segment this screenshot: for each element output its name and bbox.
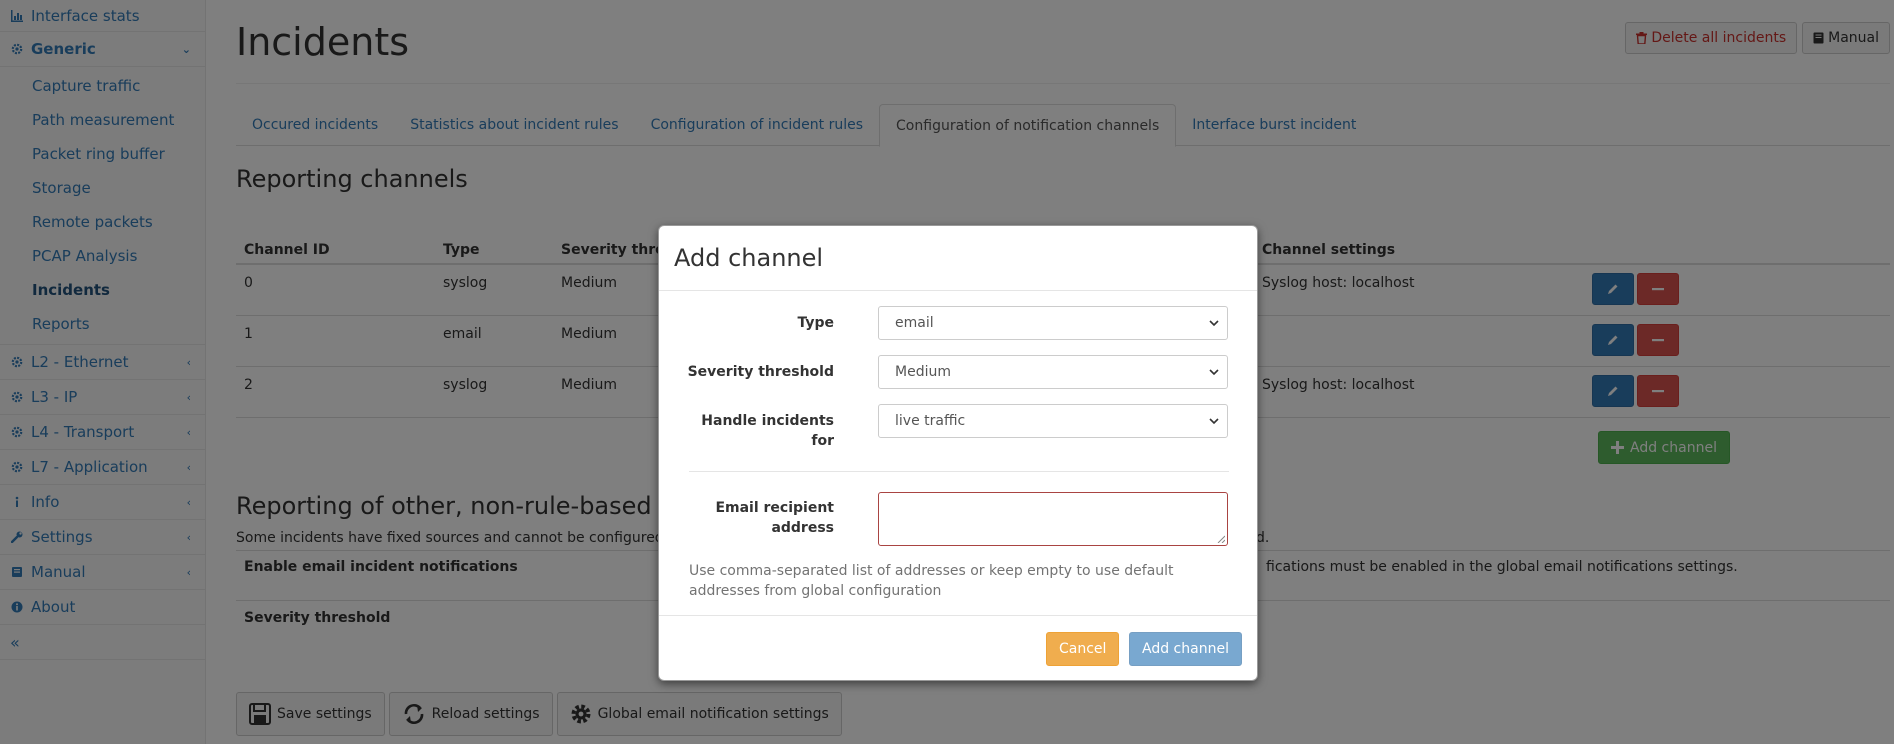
chevron-down-icon — [1209, 320, 1219, 327]
handle-incidents-select-value: live traffic — [895, 413, 966, 429]
add-channel-dialog: Add channel Type email Severity threshol… — [658, 225, 1258, 681]
email-recipient-label: Email recipient address — [659, 498, 834, 538]
modal-footer: Cancel Add channel — [659, 615, 1257, 681]
chevron-down-icon — [1209, 369, 1219, 376]
handle-incidents-select[interactable]: live traffic — [878, 404, 1228, 438]
chevron-down-icon — [1209, 418, 1219, 425]
confirm-add-channel-button[interactable]: Add channel — [1129, 632, 1242, 666]
cancel-button[interactable]: Cancel — [1046, 632, 1120, 666]
email-recipient-label-line1: Email recipient — [715, 500, 834, 516]
type-label: Type — [797, 315, 834, 331]
resize-grip-icon[interactable] — [1217, 535, 1225, 543]
email-help-text: Use comma-separated list of addresses or… — [689, 563, 1174, 599]
email-recipient-label-line2: address — [771, 520, 834, 536]
handle-incidents-label-line1: Handle incidents — [701, 413, 834, 429]
type-select-value: email — [895, 315, 934, 331]
severity-select-value: Medium — [895, 364, 951, 380]
handle-incidents-label-line2: for — [811, 433, 834, 449]
modal-header: Add channel — [659, 226, 1257, 291]
type-select[interactable]: email — [878, 306, 1228, 340]
handle-incidents-label: Handle incidents for — [659, 411, 834, 451]
modal-title: Add channel — [674, 244, 824, 272]
modal-divider — [689, 471, 1229, 472]
severity-threshold-select[interactable]: Medium — [878, 355, 1228, 389]
severity-threshold-label: Severity threshold — [687, 364, 834, 380]
email-recipient-textarea[interactable] — [878, 492, 1228, 546]
